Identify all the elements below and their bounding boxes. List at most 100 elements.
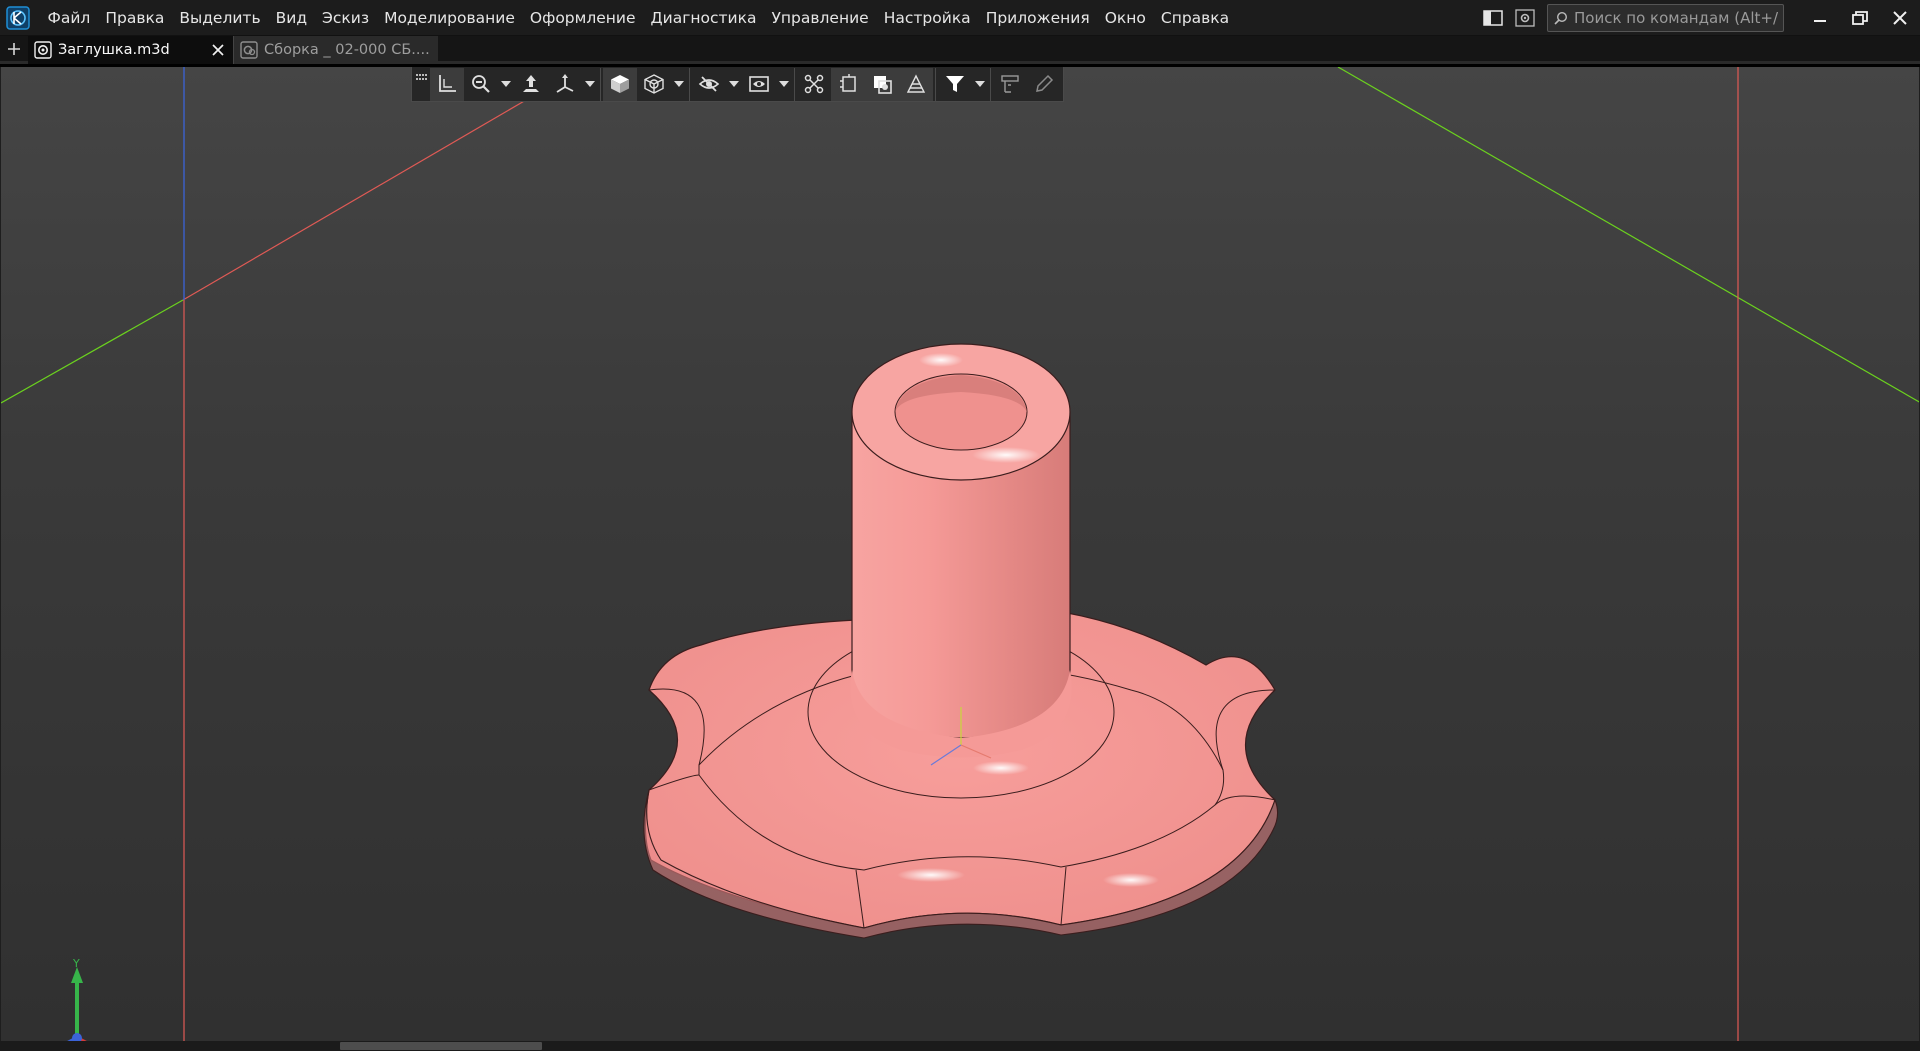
menu-view[interactable]: Вид (268, 0, 314, 36)
chevron-down-icon (585, 81, 595, 87)
highlight (973, 761, 1029, 775)
plus-icon (8, 42, 20, 55)
menu-applications[interactable]: Приложения (978, 0, 1097, 36)
menu-window[interactable]: Окно (1097, 0, 1153, 36)
layers-icon (874, 76, 892, 94)
menu-select[interactable]: Выделить (172, 0, 268, 36)
orientation-triad[interactable]: Y X Z (13, 957, 143, 1041)
orientation-icon (439, 75, 456, 92)
chevron-down-icon (501, 81, 511, 87)
assembly-document-icon (240, 41, 258, 59)
document-tabs: Заглушка.m3d Сборка _ 02-000 СБ.... (0, 36, 1920, 64)
chevron-down-icon (779, 81, 789, 87)
menu-file[interactable]: Файл (40, 0, 98, 36)
chevron-down-icon (729, 81, 739, 87)
menu-modeling[interactable]: Моделирование (377, 0, 523, 36)
toolbar-separator (990, 67, 991, 101)
horizontal-scrollbar[interactable] (0, 1041, 1920, 1051)
chevron-down-icon (975, 81, 985, 87)
hide-icon (698, 76, 720, 92)
zoom-button[interactable] (464, 68, 498, 101)
eyedropper-button[interactable] (1027, 68, 1061, 101)
axis-y-line-right (1337, 67, 1919, 403)
tab-label: Сборка _ 02-000 СБ.... (264, 42, 430, 58)
zoom-dropdown[interactable] (498, 68, 514, 101)
filter-dropdown[interactable] (972, 68, 988, 101)
wireframe-cube-icon (644, 74, 664, 94)
perspective-icon (906, 74, 926, 93)
pan-button[interactable] (514, 68, 548, 101)
menubar-right (1479, 0, 1920, 36)
main-menu: Файл Правка Выделить Вид Эскиз Моделиров… (40, 0, 1237, 36)
hide-dropdown[interactable] (726, 68, 742, 101)
menu-control[interactable]: Управление (764, 0, 876, 36)
toolbar-separator (794, 67, 795, 101)
display-mode-dropdown[interactable] (776, 68, 792, 101)
display-mode-button[interactable] (742, 68, 776, 101)
view-toolbar (411, 67, 1064, 102)
plug-model[interactable] (643, 343, 1279, 939)
new-tab-button[interactable] (0, 36, 28, 61)
hide-objects-button[interactable] (692, 68, 726, 101)
close-icon (1893, 11, 1907, 25)
highlight (919, 353, 963, 367)
eyedropper-icon (1036, 74, 1054, 92)
wireframe-view-button[interactable] (637, 68, 671, 101)
menu-edit[interactable]: Правка (98, 0, 172, 36)
menu-design[interactable]: Оформление (522, 0, 643, 36)
scrollbar-thumb[interactable] (340, 1042, 542, 1050)
menu-settings[interactable]: Настройка (876, 0, 978, 36)
highlight (897, 868, 965, 882)
display-mode-icon (749, 76, 769, 92)
grip-icon[interactable] (414, 68, 430, 101)
minimize-button[interactable] (1800, 0, 1840, 36)
display-style-dropdown[interactable] (671, 68, 687, 101)
panel-layout-icon[interactable] (1479, 4, 1507, 32)
restore-button[interactable] (1840, 0, 1880, 36)
orientation-button[interactable] (430, 67, 464, 101)
menu-sketch[interactable]: Эскиз (315, 0, 377, 36)
3d-viewport[interactable]: Y X Z (0, 67, 1920, 1041)
filter-icon (946, 76, 964, 92)
zoom-icon (472, 75, 490, 93)
layers-button[interactable] (865, 67, 899, 101)
settings-gear-icon[interactable] (1511, 4, 1539, 32)
toolbar-separator (689, 67, 690, 101)
tab-assembly[interactable]: Сборка _ 02-000 СБ.... (233, 36, 438, 64)
filter-button[interactable] (938, 68, 972, 101)
perspective-button[interactable] (899, 67, 933, 101)
axis-x-line (182, 99, 527, 301)
highlight (972, 447, 1040, 463)
app-logo-icon[interactable] (3, 3, 33, 33)
tab-close-icon[interactable] (209, 40, 227, 60)
clip-button[interactable] (831, 67, 865, 101)
measure-button[interactable] (993, 68, 1027, 101)
tab-label: Заглушка.m3d (58, 42, 170, 58)
menu-bar: Файл Правка Выделить Вид Эскиз Моделиров… (0, 0, 1920, 36)
section-button[interactable] (797, 68, 831, 101)
view-axes-dropdown[interactable] (582, 68, 598, 101)
tab-zaglushka[interactable]: Заглушка.m3d (28, 36, 233, 64)
shaded-view-button[interactable] (603, 67, 637, 101)
search-icon (1554, 11, 1568, 25)
shaded-cube-icon (611, 75, 629, 93)
menu-diagnostics[interactable]: Диагностика (643, 0, 764, 36)
triad-y-label: Y (72, 957, 80, 970)
search-input[interactable] (1574, 9, 1779, 27)
scene-canvas[interactable] (1, 67, 1920, 1041)
view-axes-button[interactable] (548, 68, 582, 101)
chevron-down-icon (674, 81, 684, 87)
highlight (1103, 873, 1159, 887)
view-axes-icon (556, 74, 574, 93)
clip-icon (840, 74, 856, 92)
part-document-icon (34, 41, 52, 59)
menu-help[interactable]: Справка (1153, 0, 1236, 36)
restore-icon (1852, 11, 1868, 25)
close-window-button[interactable] (1880, 0, 1920, 36)
section-icon (804, 74, 824, 94)
pan-icon (523, 75, 539, 92)
measure-icon (1001, 75, 1019, 93)
axis-y-line (1, 299, 184, 404)
minimize-icon (1814, 20, 1826, 22)
command-search[interactable] (1547, 4, 1784, 32)
